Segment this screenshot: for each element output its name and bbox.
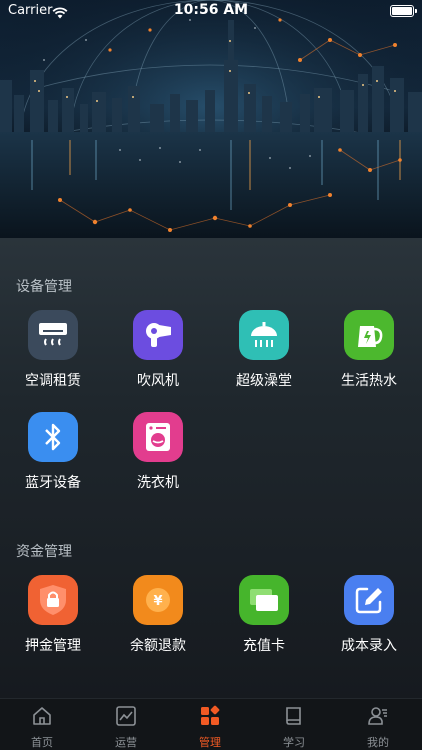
city-globe-illustration bbox=[0, 0, 422, 238]
hero-banner bbox=[0, 0, 422, 238]
grid-item-label: 空调租赁 bbox=[25, 373, 81, 389]
bluetooth-icon bbox=[28, 412, 78, 462]
air-conditioner-icon bbox=[28, 310, 78, 360]
tab-label: 管理 bbox=[199, 736, 221, 749]
tab-learning[interactable]: 学习 bbox=[252, 705, 336, 750]
tab-label: 首页 bbox=[31, 736, 53, 749]
tab-label: 我的 bbox=[367, 736, 389, 749]
battery-icon bbox=[390, 5, 417, 17]
hair-dryer-icon bbox=[133, 310, 183, 360]
tab-label: 学习 bbox=[283, 736, 305, 749]
edit-icon bbox=[344, 575, 394, 625]
grid-item-hair-dryer[interactable]: 吹风机 bbox=[105, 310, 211, 390]
grid-item-refund[interactable]: ¥ 余额退款 bbox=[105, 575, 211, 655]
app-screen: Carrier 10:56 AM 设备管理 空调租赁 吹风机 超级澡堂 生活热水… bbox=[0, 0, 422, 750]
grid-item-label: 押金管理 bbox=[25, 638, 81, 654]
deposit-shield-icon bbox=[28, 575, 78, 625]
book-icon bbox=[286, 707, 301, 725]
grid-item-deposit[interactable]: 押金管理 bbox=[0, 575, 106, 655]
grid-item-label: 洗衣机 bbox=[137, 475, 179, 491]
tab-bar: 首页 运营 管理 学习 我的 bbox=[0, 698, 422, 750]
grid-item-label: 蓝牙设备 bbox=[25, 475, 81, 491]
tab-operations[interactable]: 运营 bbox=[84, 705, 168, 750]
finance-section-title: 资金管理 bbox=[16, 544, 72, 560]
grid-item-label: 超级澡堂 bbox=[236, 373, 292, 389]
grid-item-label: 成本录入 bbox=[341, 638, 397, 654]
svg-text:¥: ¥ bbox=[153, 594, 162, 609]
tab-profile[interactable]: 我的 bbox=[336, 705, 420, 750]
home-icon bbox=[33, 707, 51, 725]
profile-icon bbox=[368, 707, 387, 725]
tab-management[interactable]: 管理 bbox=[168, 705, 252, 750]
chart-icon bbox=[116, 706, 136, 726]
tab-home[interactable]: 首页 bbox=[0, 705, 84, 750]
yen-coin-icon: ¥ bbox=[133, 575, 183, 625]
grid-item-label: 生活热水 bbox=[341, 373, 397, 389]
grid-item-hot-water[interactable]: 生活热水 bbox=[316, 310, 422, 390]
grid-item-label: 充值卡 bbox=[243, 638, 285, 654]
grid-item-label: 余额退款 bbox=[130, 638, 186, 654]
grid-item-washing-machine[interactable]: 洗衣机 bbox=[105, 412, 211, 492]
shower-icon bbox=[239, 310, 289, 360]
grid-item-air-conditioner[interactable]: 空调租赁 bbox=[0, 310, 106, 390]
grid-item-recharge-card[interactable]: 充值卡 bbox=[211, 575, 317, 655]
grid-item-label: 吹风机 bbox=[137, 373, 179, 389]
status-bar: Carrier 10:56 AM bbox=[0, 0, 422, 24]
grid-icon bbox=[201, 705, 220, 725]
kettle-icon bbox=[344, 310, 394, 360]
grid-item-bluetooth[interactable]: 蓝牙设备 bbox=[0, 412, 106, 492]
tab-label: 运营 bbox=[115, 736, 137, 749]
device-section-title: 设备管理 bbox=[16, 279, 72, 295]
card-icon bbox=[239, 575, 289, 625]
clock: 10:56 AM bbox=[173, 2, 249, 18]
washing-machine-icon bbox=[133, 412, 183, 462]
grid-item-cost-entry[interactable]: 成本录入 bbox=[316, 575, 422, 655]
grid-item-shower[interactable]: 超级澡堂 bbox=[211, 310, 317, 390]
